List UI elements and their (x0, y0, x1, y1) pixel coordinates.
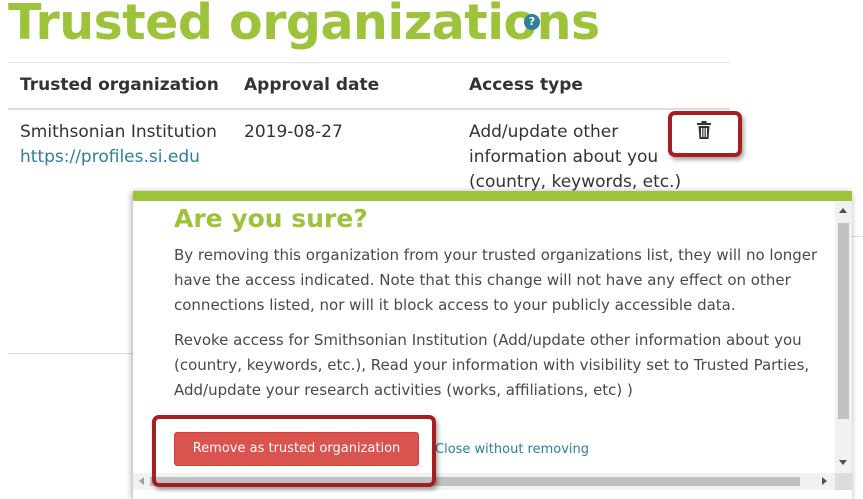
approval-date: 2019-08-27 (244, 122, 343, 142)
scrollbar-corner (835, 473, 852, 490)
organization-name: Smithsonian Institution (20, 122, 217, 142)
table-header-divider (8, 108, 730, 110)
remove-trusted-organization-button[interactable]: Remove as trusted organization (174, 432, 419, 466)
confirm-modal: Are you sure? By removing this organizat… (133, 191, 852, 499)
modal-warning-text: By removing this organization from your … (174, 246, 818, 314)
table-row-divider (852, 236, 863, 237)
scroll-down-icon[interactable] (839, 460, 847, 465)
vertical-scroll-thumb[interactable] (838, 223, 849, 419)
column-header-approval-date: Approval date (244, 75, 380, 95)
scroll-left-icon[interactable] (139, 477, 144, 485)
table-row-divider (8, 353, 138, 354)
scroll-up-icon[interactable] (839, 208, 847, 213)
horizontal-scroll-thumb[interactable] (150, 477, 800, 486)
scroll-right-icon[interactable] (822, 477, 827, 485)
delete-button[interactable] (680, 115, 728, 145)
column-header-organization: Trusted organization (20, 75, 219, 95)
vertical-scrollbar[interactable] (835, 201, 852, 473)
table-divider (8, 62, 730, 63)
trash-icon (697, 121, 711, 139)
horizontal-scrollbar[interactable] (133, 473, 835, 490)
question-circle-icon[interactable]: ? (524, 14, 540, 30)
close-without-removing-link[interactable]: Close without removing (435, 442, 589, 457)
modal-top-bar (133, 191, 852, 201)
page-title: Trusted organizations (8, 0, 600, 51)
access-type-line: Add/update other (469, 122, 619, 142)
organization-url-link[interactable]: https://profiles.si.edu (20, 145, 200, 170)
modal-revoke-text: Revoke access for Smithsonian Institutio… (174, 331, 810, 399)
modal-title: Are you sure? (174, 204, 368, 233)
column-header-access-type: Access type (469, 75, 583, 95)
access-type-line: information about you (469, 147, 659, 167)
